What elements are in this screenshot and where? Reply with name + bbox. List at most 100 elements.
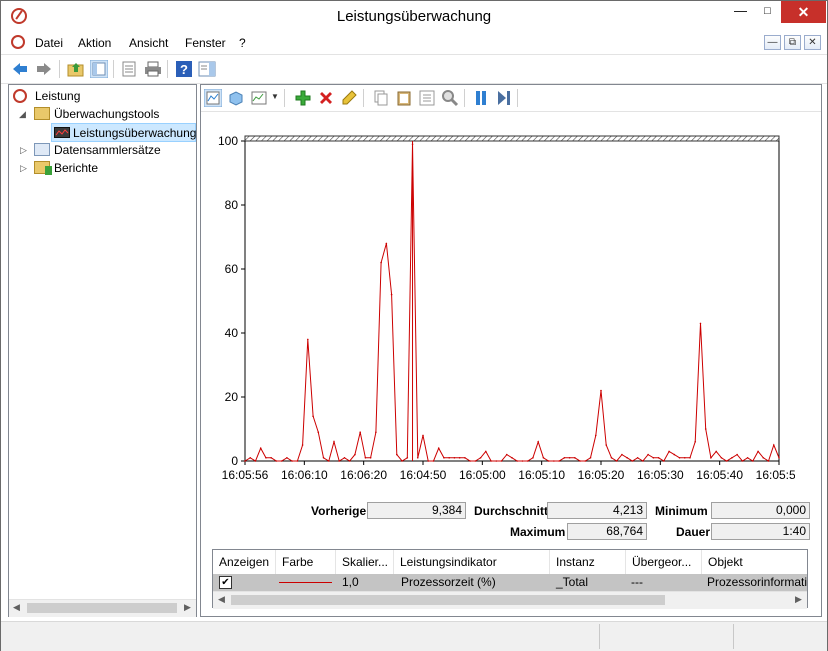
data-point xyxy=(689,457,691,459)
plot-area xyxy=(244,135,780,462)
tree-item-datensammlersaetze[interactable]: ▷ Datensammlersätze xyxy=(19,141,194,159)
data-point xyxy=(568,457,571,459)
data-point xyxy=(485,450,487,453)
menu-datei[interactable]: Datei xyxy=(35,36,63,50)
menu-ansicht[interactable]: Ansicht xyxy=(129,36,168,50)
tree-item-leistungsueberwachung[interactable]: Leistungsüberwachung xyxy=(51,123,196,142)
stats-duration-value: 1:40 xyxy=(711,523,810,540)
counter-list-horizontal-scrollbar[interactable]: ◀ ▶ xyxy=(213,591,807,609)
performance-monitor-pane: ▼ 0 20 40 60 80 100 16:05:56 16:06:10 16:06:2 xyxy=(200,84,822,617)
column-header-object[interactable]: Objekt xyxy=(702,550,807,574)
expand-arrow-icon[interactable]: ▷ xyxy=(20,164,28,173)
column-header-scale[interactable]: Skalier... xyxy=(336,550,394,574)
scrollbar-thumb[interactable] xyxy=(27,603,177,613)
zoom-icon[interactable] xyxy=(441,89,459,107)
data-point xyxy=(553,460,555,462)
up-folder-icon[interactable] xyxy=(67,60,85,78)
tree-item-berichte[interactable]: ▷ Berichte xyxy=(19,159,194,177)
scroll-right-icon[interactable]: ▶ xyxy=(795,594,802,605)
data-point xyxy=(307,338,309,341)
data-point xyxy=(464,457,466,459)
help-icon[interactable]: ? xyxy=(175,60,193,78)
data-point xyxy=(380,261,382,264)
menu-help[interactable]: ? xyxy=(239,36,246,50)
reports-badge-icon xyxy=(45,166,52,175)
data-point xyxy=(600,389,602,392)
data-point xyxy=(558,460,560,462)
tree-horizontal-scrollbar[interactable]: ◀ ▶ xyxy=(9,599,196,617)
properties-icon[interactable] xyxy=(120,60,138,78)
folder-tools-icon xyxy=(34,107,50,120)
data-point xyxy=(715,450,717,453)
data-point xyxy=(401,460,403,462)
graph-toolbar: ▼ xyxy=(201,85,821,112)
update-data-icon[interactable] xyxy=(495,89,513,107)
copy-properties-icon[interactable] xyxy=(372,89,390,107)
freeze-display-icon[interactable] xyxy=(472,89,490,107)
column-header-show[interactable]: Anzeigen xyxy=(213,550,276,574)
system-menu-icon[interactable] xyxy=(11,35,25,49)
instance-cell: _Total xyxy=(556,575,589,589)
x-tick-label: 16:05:30 xyxy=(637,468,684,482)
data-point xyxy=(731,457,733,459)
line-chart: 020406080100 16:05:56 16:06:10 16:06:20 16:… xyxy=(218,134,795,482)
scroll-right-icon[interactable]: ▶ xyxy=(184,602,191,613)
data-point xyxy=(259,447,262,450)
data-point xyxy=(396,453,398,456)
tree-item-ueberwachungstools[interactable]: ◢ Überwachungstools xyxy=(19,105,194,123)
data-point xyxy=(511,457,513,459)
view-current-activity-icon[interactable] xyxy=(204,89,222,107)
menu-aktion[interactable]: Aktion xyxy=(78,36,111,50)
data-point xyxy=(474,460,477,462)
column-header-counter[interactable]: Leistungsindikator xyxy=(394,550,550,574)
mdi-restore-button[interactable]: ⧉ xyxy=(784,35,801,50)
expand-arrow-icon[interactable]: ▷ xyxy=(20,146,28,155)
tree-item-label: Überwachungstools xyxy=(54,107,160,121)
navigation-tree: Leistung ◢ Überwachungstools Leistungsüb… xyxy=(8,84,197,617)
data-point xyxy=(610,457,613,459)
change-graph-type-icon[interactable] xyxy=(250,89,268,107)
data-point xyxy=(469,460,471,462)
action-pane-icon[interactable] xyxy=(198,60,216,78)
paste-counter-list-icon[interactable] xyxy=(395,89,413,107)
y-tick-label: 40 xyxy=(225,326,239,340)
dropdown-arrow-icon[interactable]: ▼ xyxy=(271,92,279,101)
table-row[interactable]: ✔ 1,0 Prozessorzeit (%) _Total --- Proze… xyxy=(213,574,807,591)
data-point xyxy=(626,457,628,459)
minimize-button[interactable]: — xyxy=(726,1,755,23)
view-log-data-icon[interactable] xyxy=(227,89,245,107)
data-point xyxy=(657,457,660,459)
scroll-left-icon[interactable]: ◀ xyxy=(13,602,20,613)
scroll-left-icon[interactable]: ◀ xyxy=(218,594,225,605)
data-point xyxy=(757,450,759,453)
show-hide-tree-icon[interactable] xyxy=(90,60,108,78)
back-arrow-icon[interactable] xyxy=(11,60,29,78)
collapse-arrow-icon[interactable]: ◢ xyxy=(19,110,27,119)
properties-icon[interactable] xyxy=(418,89,436,107)
x-tick-label: 16:05:55 xyxy=(756,468,795,482)
data-point xyxy=(673,453,676,456)
y-axis: 0 20 40 60 80 100 xyxy=(218,134,245,468)
data-point xyxy=(694,441,697,443)
menu-fenster[interactable]: Fenster xyxy=(185,36,226,50)
print-icon[interactable] xyxy=(144,60,162,78)
x-axis: 16:05:56 16:06:10 16:06:20 16:04:50 16:05:00… xyxy=(222,461,795,482)
counter-cell: Prozessorzeit (%) xyxy=(401,575,496,589)
show-checkbox[interactable]: ✔ xyxy=(219,576,232,589)
column-header-parent[interactable]: Übergeor... xyxy=(626,550,702,574)
highlight-icon[interactable] xyxy=(340,89,358,107)
mdi-minimize-button[interactable]: — xyxy=(764,35,781,50)
column-header-instance[interactable]: Instanz xyxy=(550,550,626,574)
add-counter-icon[interactable] xyxy=(294,89,312,107)
data-point xyxy=(333,441,335,443)
data-point xyxy=(317,431,320,434)
mdi-close-button[interactable]: ✕ xyxy=(804,35,821,50)
scrollbar-thumb[interactable] xyxy=(231,595,665,605)
stats-maximum-value: 68,764 xyxy=(567,523,647,540)
column-header-color[interactable]: Farbe xyxy=(276,550,336,574)
maximize-button[interactable]: □ xyxy=(753,1,782,23)
data-point xyxy=(369,457,372,459)
delete-counter-icon[interactable] xyxy=(317,89,335,107)
forward-arrow-icon[interactable] xyxy=(35,60,53,78)
close-button[interactable]: ✕ xyxy=(781,1,826,23)
